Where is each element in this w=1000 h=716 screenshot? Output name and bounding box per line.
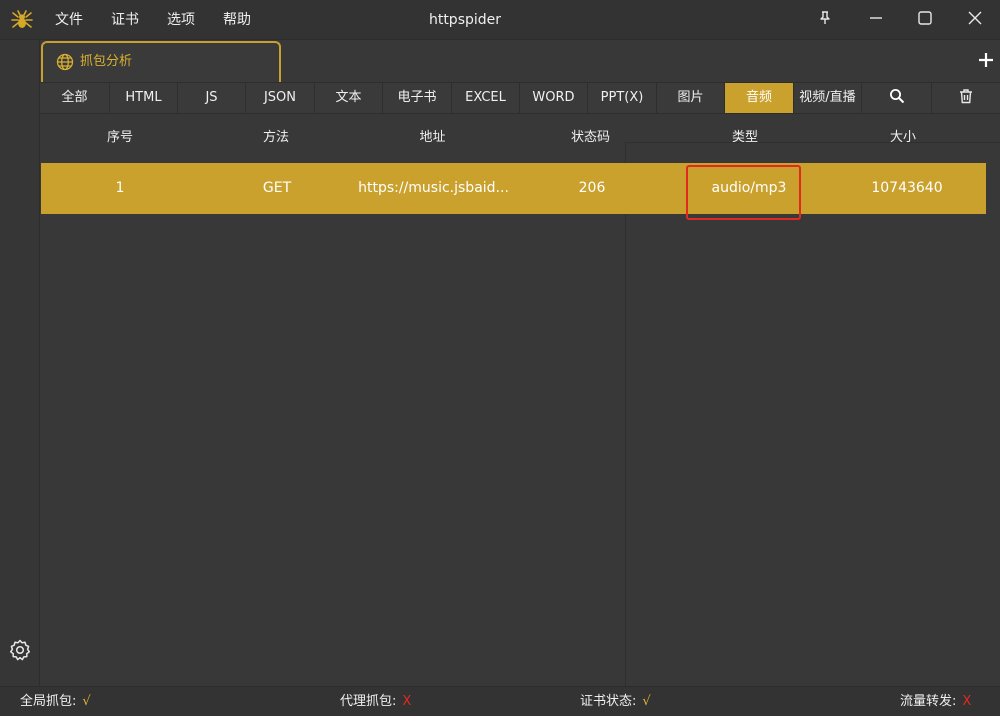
left-rail bbox=[0, 40, 40, 686]
highlight-annotation bbox=[686, 165, 801, 220]
filter-js[interactable]: JS bbox=[178, 83, 246, 113]
cell-size: 10743640 bbox=[871, 180, 943, 196]
menu-file[interactable]: 文件 bbox=[41, 0, 97, 40]
filter-html[interactable]: HTML bbox=[110, 83, 178, 113]
column-type[interactable]: 类型 bbox=[695, 114, 795, 162]
cell-status: 206 bbox=[578, 180, 606, 196]
status-global-capture: 全局抓包: √ bbox=[20, 687, 91, 716]
table-body: 1 GET https://music.jsbaid... 206 audio/… bbox=[40, 162, 1000, 686]
status-traffic-forward-label: 流量转发: bbox=[900, 694, 957, 709]
filter-word[interactable]: WORD bbox=[520, 83, 588, 113]
pin-icon bbox=[818, 11, 832, 29]
status-bar: 全局抓包: √ 代理抓包: X 证书状态: √ 流量转发: X bbox=[0, 686, 1000, 716]
gear-icon[interactable] bbox=[8, 638, 32, 662]
close-icon bbox=[968, 11, 982, 29]
maximize-icon bbox=[918, 11, 932, 29]
title-bar: 文件 证书 选项 帮助 httpspider bbox=[0, 0, 1000, 40]
status-traffic-forward: 流量转发: X bbox=[900, 687, 971, 716]
cell-url: https://music.jsbaid... bbox=[358, 180, 509, 196]
menu-help[interactable]: 帮助 bbox=[209, 0, 265, 40]
column-status[interactable]: 状态码 bbox=[538, 114, 643, 162]
filter-json[interactable]: JSON bbox=[246, 83, 315, 113]
status-global-capture-label: 全局抓包: bbox=[20, 694, 77, 709]
filter-bar: 全部 HTML JS JSON 文本 电子书 EXCEL WORD PPT(X)… bbox=[40, 82, 1000, 114]
tab-label: 抓包分析 bbox=[80, 54, 133, 69]
minimize-icon bbox=[869, 11, 883, 29]
app-title: httpspider bbox=[428, 12, 502, 28]
status-proxy-capture: 代理抓包: X bbox=[340, 687, 411, 716]
tab-strip: 抓包分析 bbox=[40, 40, 1000, 82]
filter-image[interactable]: 图片 bbox=[657, 83, 725, 113]
trash-icon bbox=[958, 88, 974, 108]
column-url[interactable]: 地址 bbox=[380, 114, 485, 162]
table-header: 序号 方法 地址 状态码 类型 大小 bbox=[40, 114, 1000, 162]
cell-index: 1 bbox=[115, 180, 125, 196]
table-row[interactable]: 1 GET https://music.jsbaid... 206 audio/… bbox=[41, 163, 986, 214]
status-proxy-capture-value: X bbox=[402, 694, 412, 709]
status-global-capture-value: √ bbox=[82, 694, 91, 709]
search-button[interactable] bbox=[862, 83, 932, 113]
pane-divider-horizontal bbox=[625, 142, 1000, 143]
column-size[interactable]: 大小 bbox=[853, 114, 953, 162]
status-cert-label: 证书状态: bbox=[580, 694, 637, 709]
filter-ebook[interactable]: 电子书 bbox=[383, 83, 452, 113]
search-icon bbox=[889, 88, 905, 108]
filter-video-live[interactable]: 视频/直播 bbox=[794, 83, 862, 113]
menu-bar: 文件 证书 选项 帮助 bbox=[41, 0, 265, 40]
tab-capture-analysis[interactable]: 抓包分析 bbox=[41, 41, 281, 82]
pin-button[interactable] bbox=[801, 0, 849, 40]
cell-method: GET bbox=[262, 180, 292, 196]
column-method[interactable]: 方法 bbox=[226, 114, 326, 162]
menu-options[interactable]: 选项 bbox=[153, 0, 209, 40]
close-button[interactable] bbox=[951, 0, 999, 40]
plus-icon[interactable] bbox=[976, 50, 996, 70]
status-cert: 证书状态: √ bbox=[580, 687, 651, 716]
filter-audio[interactable]: 音频 bbox=[725, 83, 794, 113]
maximize-button[interactable] bbox=[901, 0, 949, 40]
column-index[interactable]: 序号 bbox=[70, 114, 170, 162]
filter-ppt[interactable]: PPT(X) bbox=[588, 83, 657, 113]
clear-button[interactable] bbox=[932, 83, 1000, 113]
filter-excel[interactable]: EXCEL bbox=[452, 83, 520, 113]
menu-certificate[interactable]: 证书 bbox=[97, 0, 153, 40]
globe-icon bbox=[56, 53, 74, 71]
minimize-button[interactable] bbox=[852, 0, 900, 40]
status-proxy-capture-label: 代理抓包: bbox=[340, 694, 397, 709]
spider-icon bbox=[10, 8, 34, 32]
status-cert-value: √ bbox=[642, 694, 651, 709]
filter-all[interactable]: 全部 bbox=[40, 83, 110, 113]
status-traffic-forward-value: X bbox=[962, 694, 972, 709]
filter-text[interactable]: 文本 bbox=[315, 83, 383, 113]
